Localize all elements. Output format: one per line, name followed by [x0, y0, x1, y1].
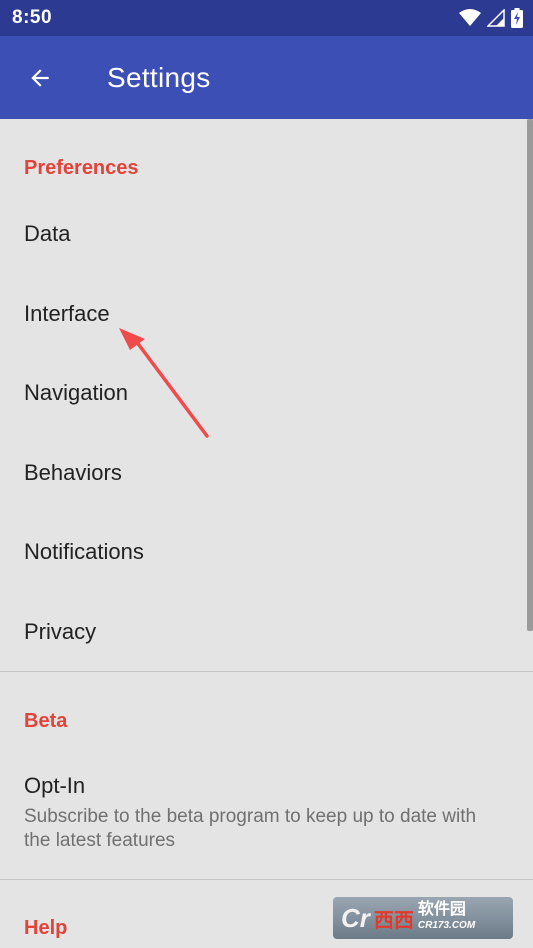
- settings-item-opt-in[interactable]: Opt-In Subscribe to the beta program to …: [24, 773, 504, 853]
- section-header-preferences: Preferences: [24, 157, 139, 179]
- settings-list[interactable]: Preferences Data Interface Navigation Be…: [0, 119, 533, 948]
- settings-item-navigation[interactable]: Navigation: [0, 363, 525, 423]
- watermark-text: 软件园 CR173.COM: [418, 902, 475, 934]
- section-header-beta: Beta: [24, 710, 68, 732]
- watermark-en: CR173.COM: [417, 920, 476, 931]
- battery-charging-icon: [511, 8, 523, 28]
- settings-item-privacy[interactable]: Privacy: [0, 602, 525, 662]
- back-button[interactable]: [0, 36, 80, 119]
- status-bar: 8:50: [0, 0, 533, 36]
- wifi-icon: [459, 9, 481, 26]
- opt-in-title: Opt-In: [24, 773, 86, 798]
- settings-item-interface[interactable]: Interface: [0, 284, 525, 344]
- app-bar: Settings: [0, 36, 533, 119]
- arrow-back-icon: [31, 68, 49, 87]
- watermark-logo: Cr 西西 软件园 CR173.COM: [333, 897, 513, 939]
- opt-in-summary: Subscribe to the beta program to keep up…: [24, 806, 477, 851]
- settings-item-behaviors[interactable]: Behaviors: [0, 443, 525, 503]
- status-time: 8:50: [12, 7, 53, 28]
- divider: [0, 671, 533, 672]
- scrollbar[interactable]: [527, 119, 533, 631]
- section-header-help: Help: [24, 917, 68, 939]
- page-title: Settings: [107, 61, 211, 93]
- signal-icon: [487, 9, 505, 27]
- divider: [0, 879, 533, 880]
- watermark-cn: 软件园: [417, 901, 466, 918]
- watermark-main: 西西: [373, 909, 414, 932]
- watermark-logo-mark: Cr: [341, 902, 370, 933]
- settings-item-data[interactable]: Data: [0, 204, 525, 264]
- settings-item-notifications[interactable]: Notifications: [0, 522, 525, 582]
- status-icons: [459, 8, 523, 28]
